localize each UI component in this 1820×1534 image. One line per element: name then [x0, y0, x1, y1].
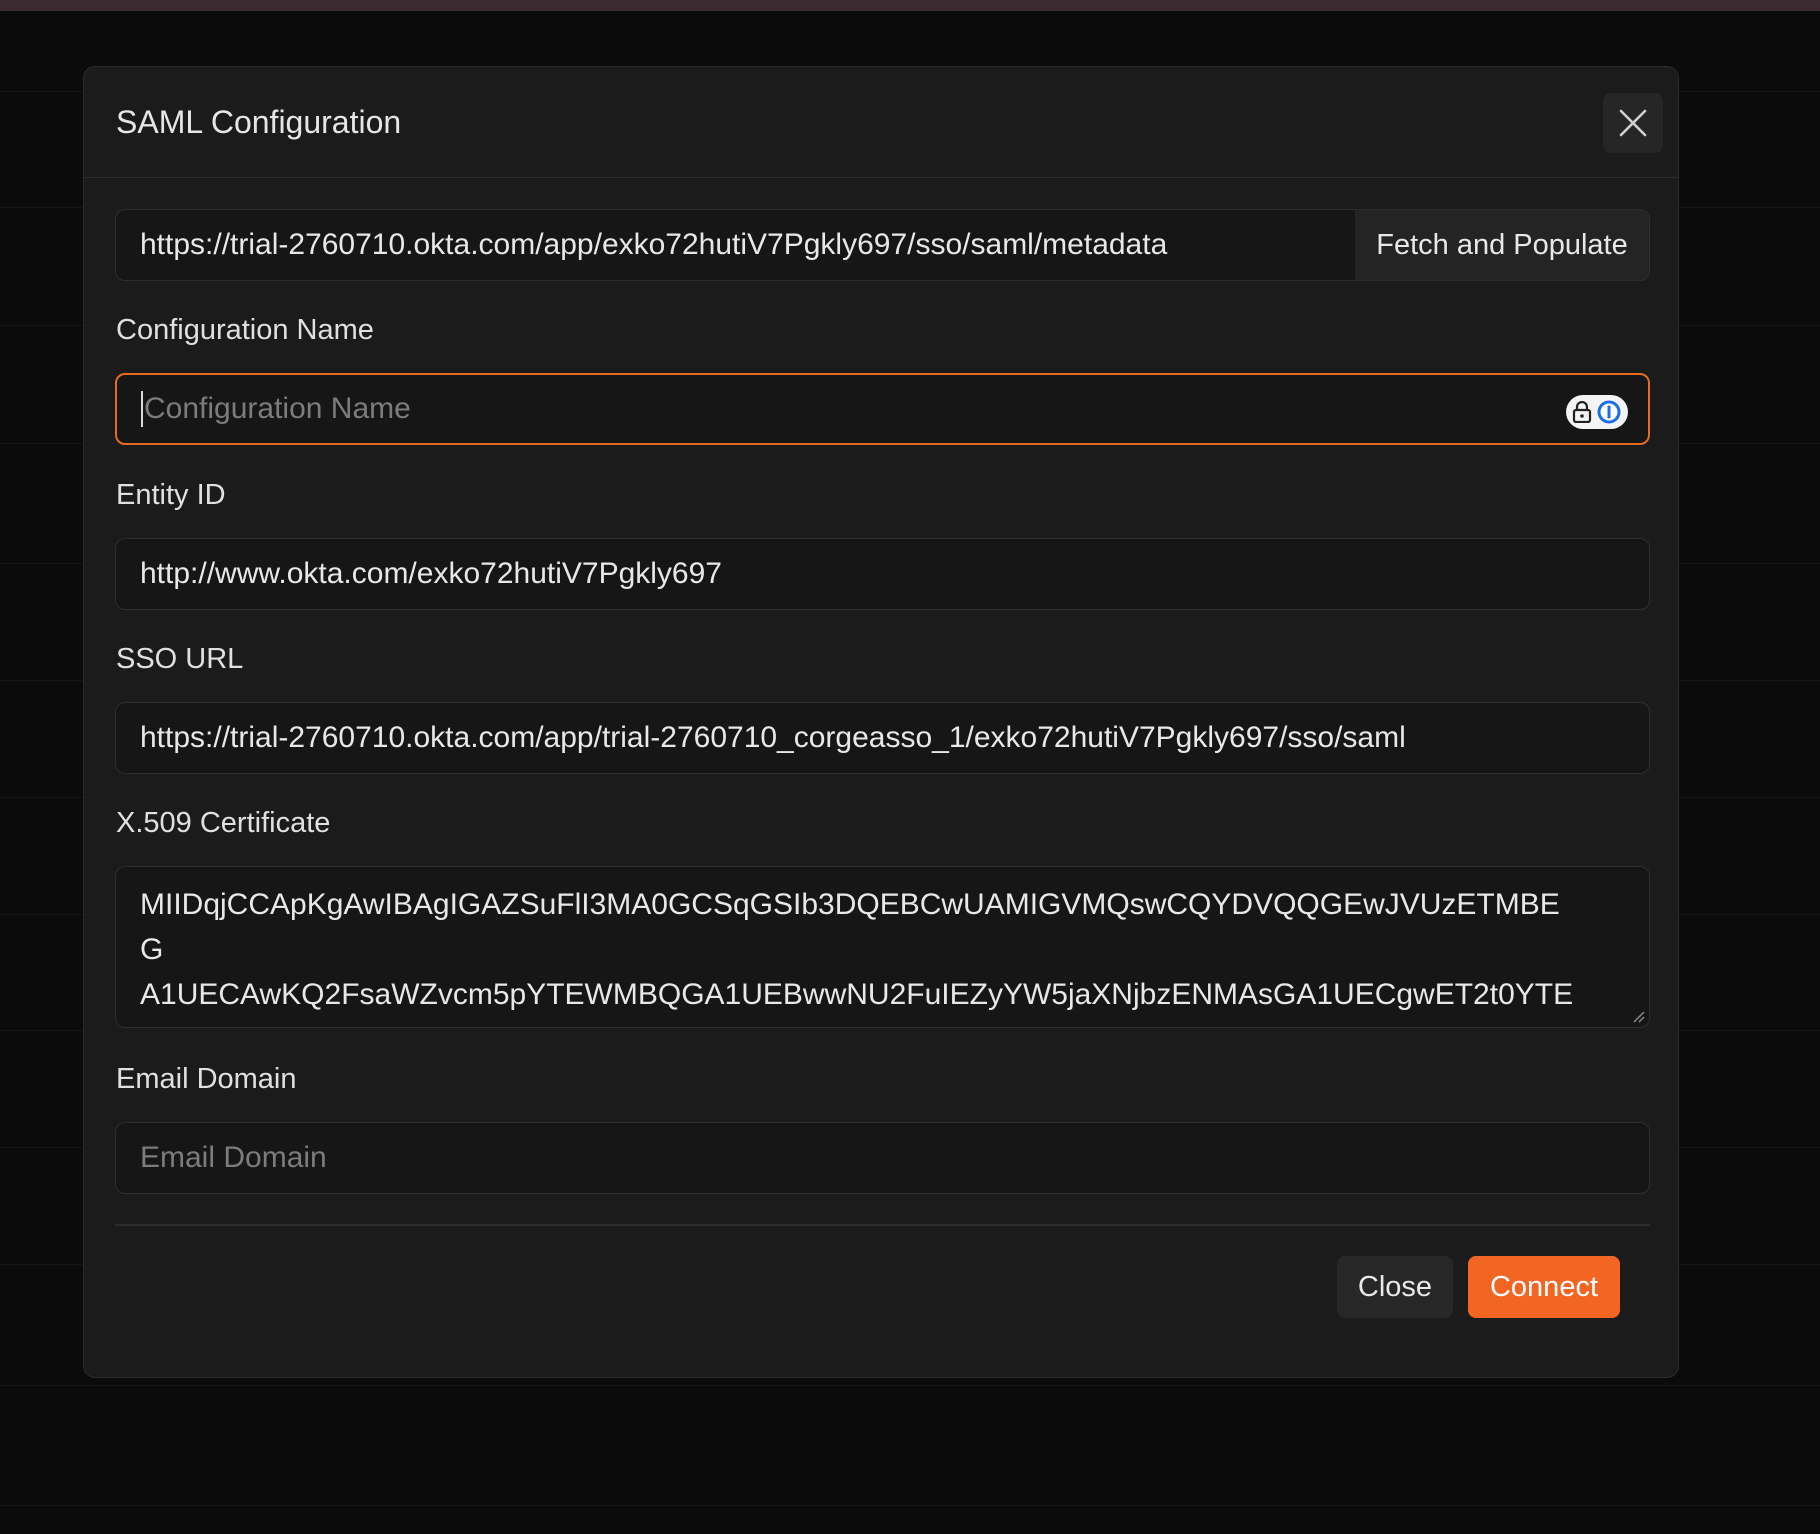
lock-icon	[1572, 401, 1592, 423]
top-accent-bar	[0, 0, 1820, 11]
background-divider	[0, 1505, 1820, 1506]
dialog-header: SAML Configuration	[84, 67, 1678, 178]
entity-id-input[interactable]: http://www.okta.com/exko72hutiV7Pgkly697	[115, 538, 1650, 610]
dialog-title: SAML Configuration	[116, 104, 402, 140]
configuration-name-placeholder: Configuration Name	[144, 392, 411, 425]
connect-button[interactable]: Connect	[1468, 1256, 1620, 1318]
metadata-url-input[interactable]: https://trial-2760710.okta.com/app/exko7…	[116, 210, 1356, 280]
configuration-name-label: Configuration Name	[116, 314, 374, 346]
certificate-line: MIIDqjCCApKgAwIBAgIGAZSuFlI3MA0GCSqGSIb3…	[140, 888, 1560, 921]
sso-url-label: SSO URL	[116, 643, 244, 675]
dialog-close-button[interactable]	[1603, 93, 1663, 153]
certificate-line: G	[140, 933, 164, 966]
footer-divider	[115, 1224, 1650, 1226]
email-domain-input[interactable]: Email Domain	[115, 1122, 1650, 1194]
certificate-textarea[interactable]: MIIDqjCCApKgAwIBAgIGAZSuFlI3MA0GCSqGSIb3…	[115, 866, 1650, 1028]
metadata-url-group: https://trial-2760710.okta.com/app/exko7…	[115, 209, 1650, 281]
password-manager-icon[interactable]	[1566, 395, 1628, 429]
certificate-line: U	[140, 1017, 1625, 1027]
info-key-icon	[1597, 400, 1621, 424]
close-icon	[1619, 109, 1647, 137]
configuration-name-input[interactable]: Configuration Name	[115, 373, 1650, 445]
fetch-and-populate-button[interactable]: Fetch and Populate	[1355, 210, 1649, 280]
sso-url-input[interactable]: https://trial-2760710.okta.com/app/trial…	[115, 702, 1650, 774]
entity-id-label: Entity ID	[116, 479, 226, 511]
certificate-line: A1UECAwKQ2FsaWZvcm5pYTEWMBQGA1UEBwwNU2Fu…	[140, 978, 1574, 1011]
email-domain-label: Email Domain	[116, 1063, 297, 1095]
certificate-label: X.509 Certificate	[116, 807, 331, 839]
close-button[interactable]: Close	[1337, 1256, 1453, 1318]
background-divider	[0, 1385, 1820, 1386]
resize-grip-icon[interactable]	[1631, 1009, 1645, 1023]
saml-configuration-dialog: SAML Configuration https://trial-2760710…	[83, 66, 1679, 1378]
text-caret	[141, 391, 143, 427]
